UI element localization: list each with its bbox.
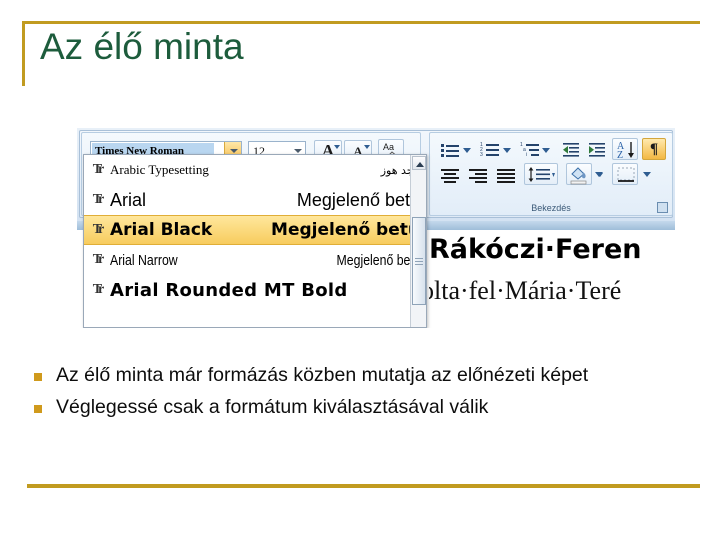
sort-button[interactable]: A Z bbox=[612, 138, 638, 161]
list-item[interactable]: Tr Arial Narrow Megjelenő betű bbox=[84, 245, 426, 275]
font-item-preview: Megjelenő betű bbox=[271, 220, 420, 240]
font-list-scrollbar[interactable] bbox=[410, 155, 426, 327]
scroll-up-arrow-icon[interactable] bbox=[412, 156, 426, 170]
line-spacing-icon bbox=[528, 167, 555, 182]
list-item[interactable]: Tr Arial Megjelenő betű bbox=[84, 185, 426, 215]
bullets-dropdown[interactable] bbox=[460, 144, 472, 154]
truetype-font-icon: Tr bbox=[92, 222, 105, 237]
slide-rule-bottom bbox=[27, 484, 700, 488]
square-bullet-icon bbox=[30, 394, 56, 422]
bullet-text: Az élő minta már formázás közben mutatja… bbox=[56, 364, 589, 386]
chevron-down-icon bbox=[463, 148, 471, 153]
chevron-down-icon bbox=[595, 172, 603, 177]
increase-indent-button[interactable] bbox=[584, 138, 608, 160]
chevron-down-icon bbox=[542, 148, 550, 153]
content-bullet-list: Az élő minta már formázás közben mutatja… bbox=[30, 362, 670, 426]
svg-text:Z: Z bbox=[617, 150, 623, 161]
list-item-selected[interactable]: Tr Arial Black Megjelenő betű bbox=[84, 215, 426, 245]
sort-icon: A Z bbox=[617, 141, 634, 161]
list-item[interactable]: Tr Arial Rounded MT Bold bbox=[84, 275, 426, 305]
font-item-name: Arabic Typesetting bbox=[110, 162, 209, 177]
bullet-text: Véglegessé csak a formátum kiválasztásáv… bbox=[56, 396, 489, 418]
align-center-button[interactable] bbox=[436, 163, 462, 185]
font-item-preview: Megjelenő betű bbox=[296, 189, 420, 210]
word-screenshot-image: Rákóczi·Feren olta·fel·Mária·Teré Times … bbox=[77, 128, 675, 328]
borders-icon bbox=[617, 167, 635, 182]
font-item-name: Arial Black bbox=[110, 220, 213, 240]
chevron-down-icon[interactable] bbox=[294, 149, 302, 153]
show-formatting-marks-button[interactable]: ¶ bbox=[642, 138, 666, 160]
shading-button[interactable] bbox=[566, 163, 603, 185]
decrease-indent-icon bbox=[563, 143, 579, 157]
truetype-font-icon: Tr bbox=[92, 162, 105, 177]
scrollbar-thumb[interactable] bbox=[412, 217, 426, 305]
slide: Az élő minta Rákóczi·Feren olta·fel·Mári… bbox=[0, 0, 720, 540]
numbering-dropdown[interactable] bbox=[500, 144, 512, 154]
font-item-name: Arial Rounded MT Bold bbox=[110, 279, 348, 301]
caret-up-icon bbox=[334, 145, 340, 149]
borders-button[interactable] bbox=[612, 163, 638, 185]
title-rule-left bbox=[22, 21, 25, 86]
align-right-button[interactable] bbox=[464, 163, 490, 185]
truetype-font-icon: Tr bbox=[92, 282, 105, 297]
title-rule-top bbox=[22, 21, 700, 24]
list-item: Véglegessé csak a formátum kiválasztásáv… bbox=[30, 394, 670, 422]
pilcrow-icon: ¶ bbox=[649, 140, 659, 157]
line-spacing-button[interactable] bbox=[524, 163, 558, 185]
paragraph-group-label: Bekezdés bbox=[531, 203, 571, 213]
borders-dropdown[interactable] bbox=[640, 167, 652, 179]
numbering-button[interactable]: 1 2 3 bbox=[476, 138, 500, 160]
document-line-2: olta·fel·Mária·Teré bbox=[429, 276, 622, 305]
page-title: Az élő minta bbox=[40, 26, 244, 67]
font-dropdown-list[interactable]: Tr Arabic Typesetting أبجد هوز Tr Arial … bbox=[83, 154, 427, 328]
paint-bucket-icon bbox=[570, 167, 587, 185]
chevron-down-icon bbox=[643, 172, 651, 177]
ribbon-group-paragraph: 1 2 3 1 a i A Z ¶ Bekezdés bbox=[429, 132, 673, 216]
list-item: Az élő minta már formázás közben mutatja… bbox=[30, 362, 670, 390]
font-item-name: Arial Narrow bbox=[110, 251, 178, 269]
font-item-name: Arial bbox=[110, 189, 147, 210]
truetype-font-icon: Tr bbox=[92, 252, 105, 267]
document-text-area: Rákóczi·Feren olta·fel·Mária·Teré bbox=[429, 230, 675, 328]
increase-indent-icon bbox=[589, 143, 605, 157]
dialog-launcher-icon[interactable] bbox=[657, 202, 668, 213]
justify-button[interactable] bbox=[492, 163, 518, 185]
multilevel-list-dropdown[interactable] bbox=[539, 144, 551, 154]
document-line-1: Rákóczi·Feren bbox=[429, 234, 642, 265]
bullets-button[interactable] bbox=[436, 138, 460, 160]
decrease-indent-button[interactable] bbox=[558, 138, 582, 160]
chevron-down-icon bbox=[503, 148, 511, 153]
shading-dropdown[interactable] bbox=[592, 167, 604, 179]
multilevel-list-button[interactable]: 1 a i bbox=[516, 138, 540, 160]
list-item[interactable]: Tr Arabic Typesetting أبجد هوز bbox=[84, 155, 426, 185]
truetype-font-icon: Tr bbox=[92, 192, 105, 207]
square-bullet-icon bbox=[30, 362, 56, 390]
caret-down-icon bbox=[364, 145, 370, 149]
